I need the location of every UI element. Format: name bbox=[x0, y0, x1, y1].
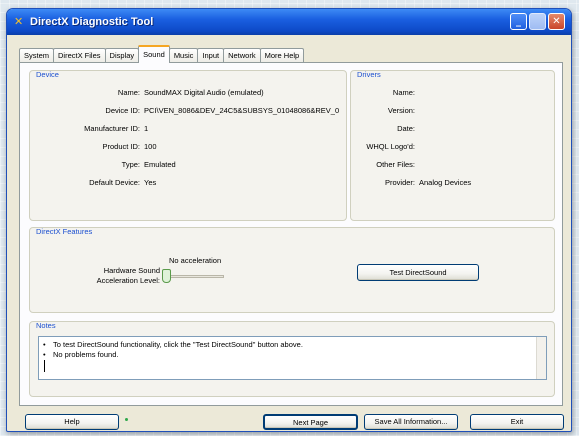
text-cursor bbox=[44, 360, 45, 372]
default-device-row: Default Device: Yes bbox=[30, 178, 156, 187]
title-bar[interactable]: ✕ DirectX Diagnostic Tool _ ✕ bbox=[7, 9, 571, 35]
note-item: • No problems found. bbox=[39, 350, 546, 360]
hw-accel-slider-thumb[interactable] bbox=[162, 269, 171, 283]
manufacturer-id-label: Manufacturer ID: bbox=[84, 124, 140, 133]
whql-label: WHQL Logo'd: bbox=[366, 142, 415, 151]
exit-button[interactable]: Exit bbox=[470, 414, 564, 430]
bullet: • bbox=[43, 350, 46, 359]
provider-row: Provider: Analog Devices bbox=[351, 178, 471, 187]
tab-display[interactable]: Display bbox=[104, 48, 140, 63]
help-label: Help bbox=[64, 417, 80, 426]
help-button[interactable]: Help bbox=[25, 414, 119, 430]
hw-accel-label-line1: Hardware Sound bbox=[103, 266, 160, 275]
note-text-1: To test DirectSound functionality, click… bbox=[53, 340, 303, 349]
tab-more-help[interactable]: More Help bbox=[259, 48, 305, 63]
driver-version-row: Version: bbox=[351, 106, 419, 115]
device-group-title: Device bbox=[36, 70, 59, 79]
tab-panel: Device Name: SoundMAX Digital Audio (emu… bbox=[19, 62, 563, 406]
default-device-value: Yes bbox=[144, 178, 157, 187]
notes-title: Notes bbox=[36, 321, 56, 330]
other-files-row: Other Files: bbox=[351, 160, 419, 169]
tab-strip: System DirectX Files Display Sound Music… bbox=[19, 45, 305, 63]
maximize-button[interactable] bbox=[529, 13, 546, 30]
directx-features-title: DirectX Features bbox=[36, 227, 93, 236]
product-id-value: 100 bbox=[144, 142, 157, 151]
next-page-label: Next Page bbox=[292, 418, 329, 427]
minimize-button[interactable]: _ bbox=[510, 13, 527, 30]
status-dot bbox=[125, 418, 128, 421]
test-directsound-button[interactable]: Test DirectSound bbox=[357, 264, 479, 281]
tab-input[interactable]: Input bbox=[197, 48, 225, 63]
product-id-label: Product ID: bbox=[102, 142, 140, 151]
hw-accel-label-line2: Acceleration Level: bbox=[96, 276, 160, 285]
tab-directx-files[interactable]: DirectX Files bbox=[53, 48, 106, 63]
test-directsound-label: Test DirectSound bbox=[389, 268, 447, 277]
other-files-label: Other Files: bbox=[376, 160, 415, 169]
window-title: DirectX Diagnostic Tool bbox=[30, 16, 154, 28]
driver-name-label: Name: bbox=[392, 88, 415, 97]
main-window: ✕ DirectX Diagnostic Tool _ ✕ System Dir… bbox=[6, 8, 572, 432]
close-button[interactable]: ✕ bbox=[548, 13, 565, 30]
type-value: Emulated bbox=[144, 160, 176, 169]
bullet: • bbox=[43, 340, 46, 349]
hw-accel-slider-track[interactable] bbox=[164, 275, 224, 278]
note-text-2: No problems found. bbox=[53, 350, 119, 359]
save-all-label: Save All Information... bbox=[374, 417, 448, 426]
whql-row: WHQL Logo'd: bbox=[351, 142, 419, 151]
notes-scrollbar[interactable] bbox=[536, 337, 546, 379]
notes-text-area[interactable]: • To test DirectSound functionality, cli… bbox=[38, 336, 547, 380]
manufacturer-id-value: 1 bbox=[144, 124, 149, 133]
next-page-button[interactable]: Next Page bbox=[263, 414, 358, 430]
driver-version-label: Version: bbox=[387, 106, 415, 115]
tab-system[interactable]: System bbox=[19, 48, 55, 63]
note-item: • To test DirectSound functionality, cli… bbox=[39, 340, 546, 350]
drivers-group-title: Drivers bbox=[357, 70, 381, 79]
driver-name-row: Name: bbox=[351, 88, 419, 97]
device-name-row: Name: SoundMAX Digital Audio (emulated) bbox=[30, 88, 264, 97]
slider-value-label: No acceleration bbox=[169, 256, 222, 265]
tab-music[interactable]: Music bbox=[168, 48, 199, 63]
tab-network[interactable]: Network bbox=[223, 48, 261, 63]
device-id-value: PCI\VEN_8086&DEV_24C5&SUBSYS_01048086&RE… bbox=[144, 106, 340, 115]
default-device-label: Default Device: bbox=[89, 178, 140, 187]
directx-icon: ✕ bbox=[14, 15, 24, 28]
type-label: Type: bbox=[121, 160, 140, 169]
directx-features-group: DirectX Features Hardware Sound Accelera… bbox=[29, 227, 555, 313]
product-id-row: Product ID: 100 bbox=[30, 142, 157, 151]
device-name-label: Name: bbox=[117, 88, 140, 97]
save-all-information-button[interactable]: Save All Information... bbox=[364, 414, 458, 430]
driver-date-label: Date: bbox=[397, 124, 415, 133]
drivers-group: Drivers Name: Version: Date: WHQL Logo'd… bbox=[350, 70, 555, 221]
exit-label: Exit bbox=[510, 417, 524, 426]
notes-group: Notes • To test DirectSound functionalit… bbox=[29, 321, 555, 397]
device-group: Device Name: SoundMAX Digital Audio (emu… bbox=[29, 70, 347, 221]
tab-sound[interactable]: Sound bbox=[138, 45, 170, 63]
provider-value: Analog Devices bbox=[419, 178, 472, 187]
manufacturer-id-row: Manufacturer ID: 1 bbox=[30, 124, 148, 133]
type-row: Type: Emulated bbox=[30, 160, 176, 169]
device-id-label: Device ID: bbox=[105, 106, 140, 115]
provider-label: Provider: bbox=[384, 178, 415, 187]
hw-accel-label: Hardware Sound Acceleration Level: bbox=[50, 266, 160, 286]
device-name-value: SoundMAX Digital Audio (emulated) bbox=[144, 88, 264, 97]
driver-date-row: Date: bbox=[351, 124, 419, 133]
device-id-row: Device ID: PCI\VEN_8086&DEV_24C5&SUBSYS_… bbox=[30, 106, 339, 115]
